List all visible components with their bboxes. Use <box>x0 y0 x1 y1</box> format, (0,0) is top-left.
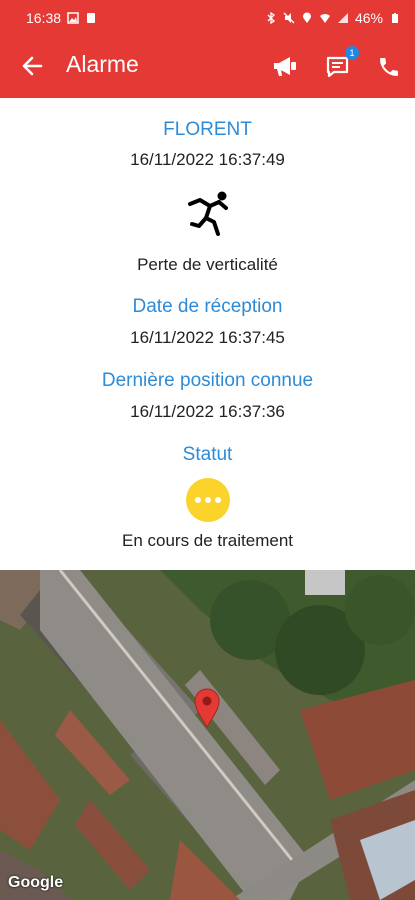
arrow-back-icon <box>22 56 43 76</box>
status-bar-right: 46% <box>265 10 401 26</box>
status-time: 16:38 <box>26 10 62 26</box>
image-icon <box>67 12 79 24</box>
page-title: Alarme <box>66 51 139 77</box>
battery-percent: 46% <box>354 10 383 26</box>
phone-icon <box>380 58 398 76</box>
megaphone-icon <box>274 57 296 76</box>
satellite-map <box>0 570 415 900</box>
location-icon <box>302 12 311 23</box>
last-position-value: 16/11/2022 16:37:36 <box>130 402 285 421</box>
signal-icon <box>337 13 348 23</box>
status-value: En cours de traitement <box>121 531 294 550</box>
alarm-details: FLORENT 16/11/2022 16:37:49 Perte de ver… <box>0 98 415 570</box>
location-pin-icon[interactable] <box>194 688 220 728</box>
message-badge: 1 <box>345 46 359 60</box>
messages-button[interactable]: 1 <box>321 46 359 84</box>
status-label: Statut <box>182 444 233 465</box>
announce-button[interactable] <box>268 50 302 84</box>
google-attribution: Google <box>8 874 64 891</box>
reception-value: 16/11/2022 16:37:45 <box>130 328 285 347</box>
status-bar-left: 16:38 <box>26 10 97 26</box>
status-bar: 16:38 46% <box>0 0 415 36</box>
call-button[interactable] <box>372 50 406 84</box>
person-name: FLORENT <box>163 119 252 140</box>
notification-icon <box>87 13 96 23</box>
alarm-type: Perte de verticalité <box>137 255 278 274</box>
map-view[interactable]: Google <box>0 570 415 900</box>
reception-label: Date de réception <box>132 296 283 317</box>
alarm-datetime: 16/11/2022 16:37:49 <box>130 150 285 169</box>
last-position-label: Dernière position connue <box>101 370 314 391</box>
falling-person-icon <box>188 191 228 236</box>
back-button[interactable] <box>18 52 46 80</box>
app-bar: Alarme 1 <box>0 36 415 98</box>
status-in-progress-icon <box>186 478 230 522</box>
bluetooth-icon <box>267 12 275 24</box>
battery-icon <box>392 13 398 23</box>
mute-icon <box>283 12 295 24</box>
wifi-icon <box>319 14 330 23</box>
